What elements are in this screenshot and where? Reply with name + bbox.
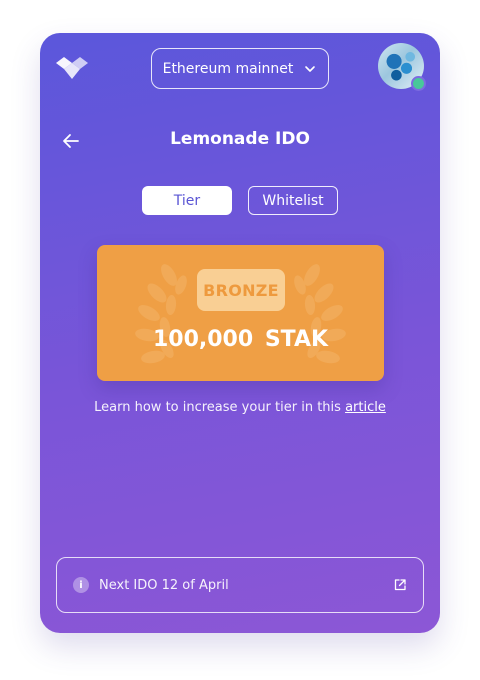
next-ido-bar[interactable]: i Next IDO 12 of April (56, 557, 424, 613)
info-icon: i (73, 577, 89, 593)
article-link[interactable]: article (345, 400, 386, 415)
tier-amount: 100,000 STAK (97, 327, 384, 352)
tier-card: BRONZE 100,000 STAK (97, 245, 384, 381)
learn-text-label: Learn how to increase your tier in this (94, 400, 346, 415)
logo-icon[interactable] (54, 55, 90, 81)
online-status-dot (411, 76, 426, 91)
network-label: Ethereum mainnet (162, 60, 294, 77)
next-ido-text: Next IDO 12 of April (99, 577, 229, 593)
tier-badge: BRONZE (197, 269, 285, 311)
tier-amount-value: 100,000 (152, 327, 254, 352)
chevron-down-icon (305, 65, 316, 72)
external-link-icon[interactable] (393, 578, 407, 592)
laurel-icon (135, 264, 346, 364)
tab-whitelist[interactable]: Whitelist (248, 186, 338, 215)
learn-text: Learn how to increase your tier in this … (40, 400, 440, 415)
page-title: Lemonade IDO (170, 129, 310, 149)
wallet-card: Ethereum mainnet Lemonade IDO Tier White… (40, 33, 440, 633)
tier-amount-token: STAK (264, 327, 329, 352)
network-select[interactable]: Ethereum mainnet (151, 48, 329, 89)
tab-tier[interactable]: Tier (142, 186, 232, 215)
